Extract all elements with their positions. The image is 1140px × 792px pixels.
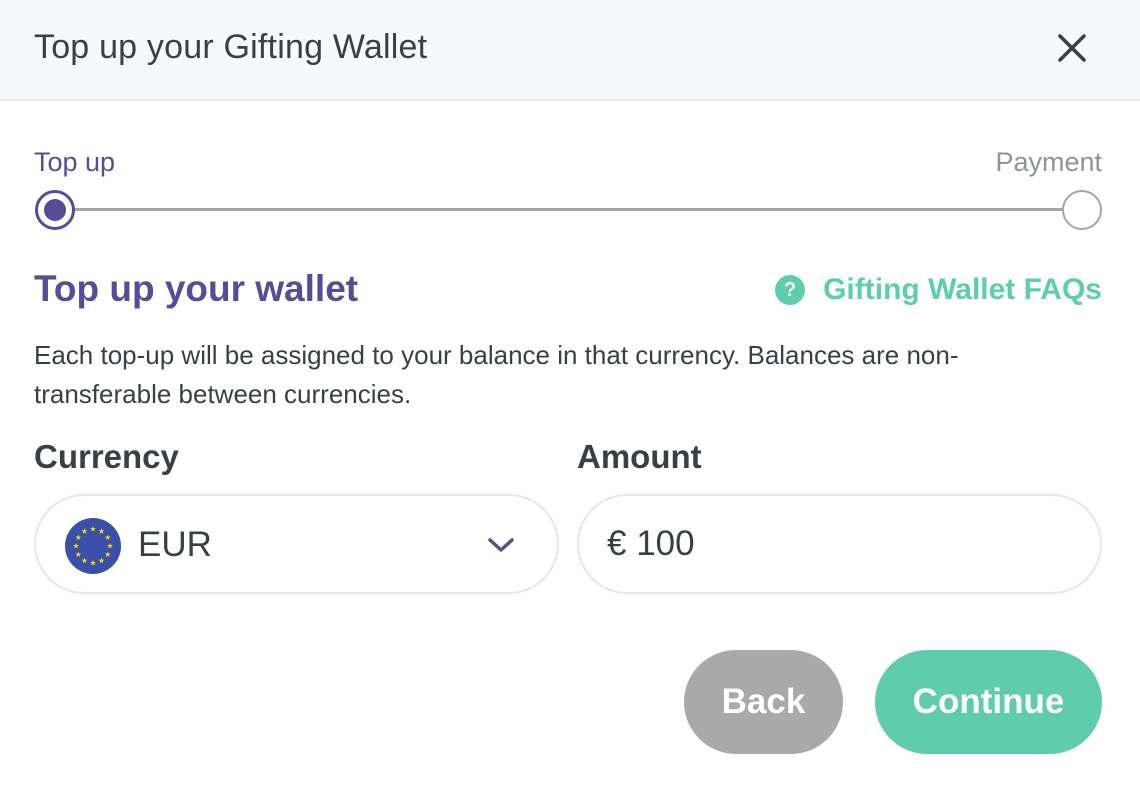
- top-up-modal: Top up your Gifting Wallet Top up Paymen…: [0, 0, 1140, 792]
- faq-link-label: Gifting Wallet FAQs: [823, 273, 1102, 306]
- step-label-payment: Payment: [995, 147, 1102, 177]
- chevron-down-icon: [488, 538, 514, 552]
- modal-title: Top up your Gifting Wallet: [34, 28, 428, 66]
- currency-select[interactable]: EUR: [34, 494, 559, 594]
- help-icon: ?: [775, 275, 806, 305]
- step-indicator-top-up: [35, 190, 75, 230]
- stepper-track: [54, 208, 1082, 211]
- step-label-top-up: Top up: [34, 147, 116, 177]
- currency-value: EUR: [138, 525, 212, 564]
- faq-link[interactable]: ? Gifting Wallet FAQs: [775, 270, 1102, 310]
- step-indicator-payment: [1062, 190, 1102, 230]
- currency-label: Currency: [34, 438, 179, 475]
- amount-field: [577, 494, 1102, 594]
- eu-flag-icon: [65, 518, 121, 574]
- continue-button[interactable]: Continue: [875, 650, 1102, 754]
- close-icon: [1058, 34, 1086, 62]
- close-button[interactable]: [1050, 26, 1094, 70]
- back-button[interactable]: Back: [684, 650, 843, 754]
- section-title: Top up your wallet: [34, 268, 359, 309]
- description-text: Each top-up will be assigned to your bal…: [34, 340, 959, 409]
- modal-header: Top up your Gifting Wallet: [0, 0, 1140, 101]
- amount-label: Amount: [577, 438, 702, 475]
- amount-input[interactable]: [607, 520, 1067, 568]
